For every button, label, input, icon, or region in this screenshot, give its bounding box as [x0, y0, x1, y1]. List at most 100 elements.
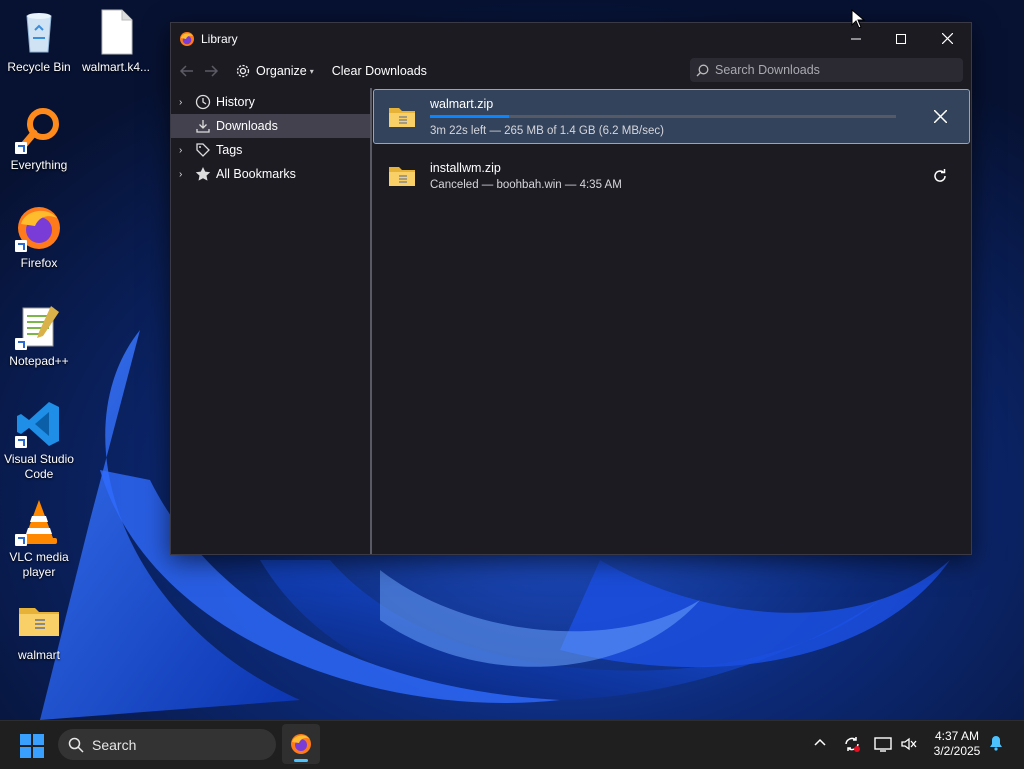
chevron-right-icon[interactable]: ›	[179, 145, 191, 156]
desktop-icon-walmart-folder[interactable]: walmart	[1, 596, 77, 663]
star-icon	[195, 166, 211, 182]
library-toolbar: Organize ▾ Clear Downloads Search Downlo…	[171, 54, 971, 88]
sidebar-item-history[interactable]: › History	[171, 90, 370, 114]
chevron-right-icon[interactable]: ›	[179, 97, 191, 108]
display-tray-button[interactable]	[874, 735, 892, 756]
desktop-icon-vscode[interactable]: Visual Studio Code	[1, 400, 77, 482]
start-button[interactable]	[20, 734, 44, 761]
download-progress-fill	[430, 114, 510, 118]
organize-label: Organize	[256, 64, 307, 78]
sidebar-item-label: Tags	[216, 143, 243, 157]
desktop-icon-label: Notepad++	[9, 354, 69, 368]
taskbar: Search 4:37 AM 3/2/2025	[0, 720, 1024, 769]
desktop-icon-label: walmart.k4...	[81, 60, 150, 74]
sync-tray-button[interactable]	[843, 735, 861, 756]
taskbar-search-placeholder: Search	[92, 736, 137, 753]
chevron-down-icon: ▾	[309, 66, 314, 76]
recycle-bin-icon	[15, 8, 63, 56]
cancel-icon	[933, 110, 947, 123]
gear-icon	[236, 64, 250, 78]
download-status: 3m 22s left — 265 MB of 1.4 GB (6.2 MB/s…	[430, 124, 664, 137]
taskbar-search-box[interactable]: Search	[58, 729, 276, 760]
retry-icon	[934, 168, 946, 182]
close-icon	[941, 33, 953, 44]
vscode-icon	[15, 400, 63, 448]
download-icon	[195, 118, 211, 134]
desktop-icon-label: Firefox	[20, 256, 58, 270]
notifications-button[interactable]	[988, 735, 1004, 754]
sidebar-item-tags[interactable]: › Tags	[171, 138, 370, 162]
vlc-cone-icon	[15, 498, 63, 546]
running-indicator	[294, 759, 308, 762]
search-placeholder: Search Downloads	[715, 63, 820, 77]
back-button[interactable]	[175, 59, 199, 83]
shortcut-arrow-icon	[15, 338, 27, 350]
mouse-cursor-icon	[851, 9, 865, 29]
chevron-right-icon[interactable]: ›	[179, 169, 191, 180]
notepad-plus-plus-icon	[15, 302, 63, 350]
maximize-button[interactable]	[878, 23, 924, 54]
firefox-icon	[15, 204, 63, 252]
forward-arrow-icon	[205, 65, 219, 77]
zip-folder-icon	[15, 596, 63, 644]
library-sidebar: › History Downloads › Tags › All Bookmar…	[171, 88, 372, 554]
zip-folder-icon	[387, 102, 417, 132]
search-icon	[696, 64, 709, 76]
clock-date: 3/2/2025	[933, 744, 981, 758]
firefox-icon	[179, 31, 195, 47]
forward-button[interactable]	[199, 59, 223, 83]
taskbar-firefox-button[interactable]	[282, 724, 320, 764]
volume-tray-button[interactable]	[900, 735, 918, 756]
download-item[interactable]: installwm.zip Canceled — boohbah.win — 4…	[374, 149, 969, 202]
shortcut-arrow-icon	[15, 240, 27, 252]
zip-folder-icon	[387, 161, 417, 191]
bell-icon	[990, 736, 1002, 751]
sidebar-item-label: Downloads	[216, 119, 278, 133]
chevron-up-icon	[814, 738, 826, 746]
cancel-download-button[interactable]	[925, 102, 955, 132]
download-item[interactable]: walmart.zip 3m 22s left — 265 MB of 1.4 …	[373, 89, 970, 144]
search-icon	[68, 737, 84, 753]
shortcut-arrow-icon	[15, 436, 27, 448]
downloads-list: walmart.zip 3m 22s left — 265 MB of 1.4 …	[372, 88, 971, 554]
show-hidden-icons-button[interactable]	[812, 735, 828, 754]
desktop-icon-walmart-file[interactable]: walmart.k4...	[78, 8, 154, 75]
shortcut-arrow-icon	[15, 534, 27, 546]
back-arrow-icon	[179, 65, 193, 77]
library-window: Library Organize ▾ Clear Downloads Searc…	[170, 22, 972, 555]
taskbar-clock[interactable]: 4:37 AM 3/2/2025	[924, 729, 990, 759]
download-progress-bar	[430, 114, 896, 118]
sidebar-item-all-bookmarks[interactable]: › All Bookmarks	[171, 162, 370, 186]
windows-logo-icon	[20, 734, 44, 758]
monitor-icon	[874, 737, 892, 752]
download-filename: walmart.zip	[430, 96, 494, 111]
desktop-icon-label: Everything	[10, 158, 68, 172]
minimize-icon	[851, 38, 861, 39]
window-title: Library	[201, 31, 238, 46]
desktop-icon-recycle-bin[interactable]: Recycle Bin	[1, 8, 77, 75]
file-icon	[92, 8, 140, 56]
desktop-icon-notepad-plus-plus[interactable]: Notepad++	[1, 302, 77, 369]
maximize-icon	[896, 33, 906, 44]
sidebar-item-label: History	[216, 95, 255, 109]
search-downloads-input[interactable]: Search Downloads	[690, 58, 963, 82]
firefox-icon	[291, 734, 311, 754]
shortcut-arrow-icon	[15, 142, 27, 154]
desktop-icon-label: VLC media player	[9, 550, 69, 579]
magnifier-icon	[15, 106, 63, 154]
desktop-icon-vlc[interactable]: VLC media player	[1, 498, 77, 580]
sidebar-item-label: All Bookmarks	[216, 167, 296, 181]
download-filename: installwm.zip	[430, 160, 501, 175]
clear-downloads-button[interactable]: Clear Downloads	[332, 64, 427, 78]
desktop-icon-label: Visual Studio Code	[4, 452, 74, 481]
clock-time: 4:37 AM	[934, 729, 980, 743]
organize-button[interactable]: Organize ▾	[235, 63, 314, 79]
sidebar-item-downloads[interactable]: Downloads	[171, 114, 370, 138]
close-button[interactable]	[924, 23, 970, 54]
clock-icon	[195, 94, 211, 110]
tag-icon	[195, 142, 211, 158]
desktop-icon-label: walmart	[17, 648, 60, 662]
retry-download-button[interactable]	[925, 161, 955, 191]
desktop-icon-firefox[interactable]: Firefox	[1, 204, 77, 271]
desktop-icon-everything[interactable]: Everything	[1, 106, 77, 173]
